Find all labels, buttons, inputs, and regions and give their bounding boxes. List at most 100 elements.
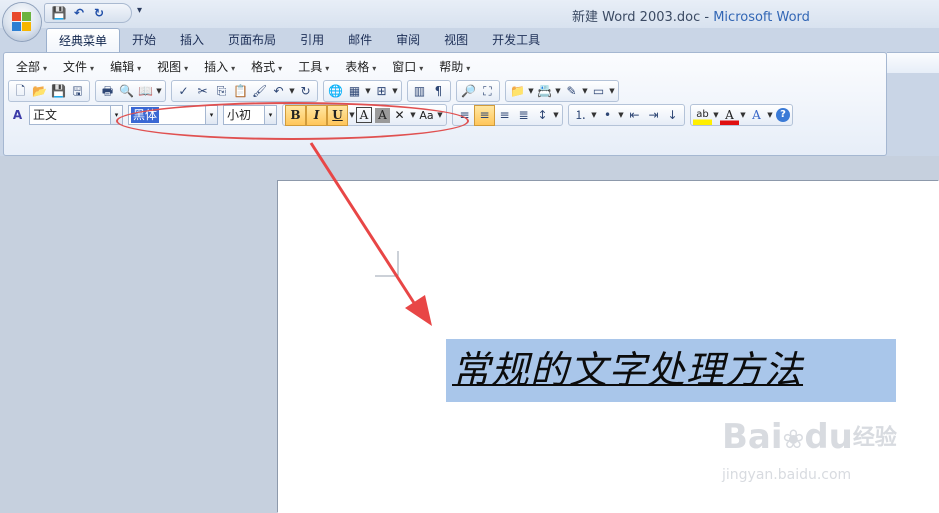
paste-icon[interactable]: 📋	[231, 82, 250, 101]
cut-icon[interactable]: ✂	[193, 82, 212, 101]
styles-icon[interactable]: A	[8, 106, 27, 125]
undo-icon[interactable]: ↶	[269, 82, 288, 101]
table-grid-icon[interactable]: ▦	[345, 82, 364, 101]
align-left-icon[interactable]: ≡	[455, 106, 474, 125]
tab-developer[interactable]: 开发工具	[480, 28, 552, 52]
font-dropdown[interactable]: 黑体 ▾	[128, 104, 218, 126]
show-marks-icon[interactable]: ¶	[429, 82, 448, 101]
tab-classic-menu[interactable]: 经典菜单	[46, 28, 121, 53]
style-field[interactable]: 正文	[29, 105, 111, 125]
line-spacing-icon[interactable]: ↕	[533, 106, 552, 125]
font-field[interactable]: 黑体	[128, 105, 206, 125]
spelling-icon[interactable]: ✓	[174, 82, 193, 101]
sort-icon[interactable]: ↓	[663, 106, 682, 125]
bold-button[interactable]: B	[285, 104, 306, 126]
permission-icon[interactable]: 🖫	[68, 82, 87, 101]
insert-table-icon[interactable]: ⊞	[372, 82, 391, 101]
edit-icon[interactable]: ✎	[562, 82, 581, 101]
justify-icon[interactable]: ≣	[514, 106, 533, 125]
undo-icon[interactable]: ↶	[71, 5, 87, 21]
full-screen-icon[interactable]: ⛶	[478, 82, 497, 101]
character-scale-icon[interactable]: ✕	[390, 106, 409, 125]
chevron-down-icon[interactable]: ▼	[581, 87, 589, 95]
columns-icon[interactable]: ▥	[410, 82, 429, 101]
menu-insert[interactable]: 插入 ▾	[196, 57, 243, 77]
options-icon[interactable]: ▭	[589, 82, 608, 101]
character-border-button[interactable]: A	[356, 107, 372, 123]
zoom-icon[interactable]: 🔎	[459, 82, 478, 101]
text-effects-icon[interactable]: A	[747, 106, 766, 125]
menu-file[interactable]: 文件 ▾	[55, 57, 102, 77]
chevron-down-icon[interactable]: ▼	[348, 111, 356, 119]
chevron-down-icon[interactable]: ▾	[265, 105, 277, 125]
print-icon[interactable]: 🖶	[98, 82, 117, 101]
chevron-down-icon[interactable]: ▾	[206, 105, 218, 125]
title-separator: -	[700, 10, 714, 25]
print-preview-icon[interactable]: 🔍	[117, 82, 136, 101]
chevron-down-icon[interactable]: ▼	[552, 111, 560, 119]
folder-icon[interactable]: 📁	[508, 82, 527, 101]
increase-indent-icon[interactable]: ⇥	[644, 106, 663, 125]
change-case-button[interactable]: Aa	[417, 106, 436, 125]
chevron-down-icon[interactable]: ▼	[590, 111, 598, 119]
align-right-icon[interactable]: ≡	[495, 106, 514, 125]
menu-table[interactable]: 表格 ▾	[337, 57, 384, 77]
office-button[interactable]	[3, 3, 41, 41]
tab-mailings[interactable]: 邮件	[336, 28, 384, 52]
redo-icon[interactable]: ↻	[91, 5, 107, 21]
tab-view[interactable]: 视图	[432, 28, 480, 52]
menu-view[interactable]: 视图 ▾	[149, 57, 196, 77]
research-icon[interactable]: 📖	[136, 82, 155, 101]
tab-references[interactable]: 引用	[288, 28, 336, 52]
menu-edit[interactable]: 编辑 ▾	[102, 57, 149, 77]
chevron-down-icon[interactable]: ▾	[111, 105, 123, 125]
numbering-icon[interactable]: ⒈	[571, 106, 590, 125]
tab-insert[interactable]: 插入	[168, 28, 216, 52]
bullets-icon[interactable]: •	[598, 106, 617, 125]
menu-help[interactable]: 帮助 ▾	[431, 57, 478, 77]
chevron-down-icon[interactable]: ▼	[554, 87, 562, 95]
chevron-down-icon[interactable]: ▼	[617, 111, 625, 119]
size-dropdown[interactable]: 小初 ▾	[223, 104, 277, 126]
highlight-icon[interactable]: ab	[693, 105, 712, 125]
customize-qat-icon[interactable]: ▾	[137, 5, 142, 16]
character-shading-button[interactable]: A	[375, 107, 390, 123]
chevron-down-icon[interactable]: ▼	[739, 111, 747, 119]
font-size-field[interactable]: 小初	[223, 105, 265, 125]
chevron-down-icon[interactable]: ▼	[608, 87, 616, 95]
menu-all[interactable]: 全部 ▾	[8, 57, 55, 77]
address-book-icon[interactable]: 📇	[535, 82, 554, 101]
new-doc-icon[interactable]: 🗋	[11, 82, 30, 101]
center-icon[interactable]: ≡	[474, 104, 495, 126]
selected-heading-text[interactable]: 常规的文字处理方法	[446, 339, 896, 402]
chevron-down-icon[interactable]: ▼	[409, 111, 417, 119]
underline-button[interactable]: U	[327, 104, 348, 126]
chevron-down-icon[interactable]: ▼	[391, 87, 399, 95]
save-icon[interactable]: 💾	[49, 82, 68, 101]
redo-icon[interactable]: ↻	[296, 82, 315, 101]
menu-label: 表格	[345, 60, 370, 74]
tab-page-layout[interactable]: 页面布局	[216, 28, 288, 52]
open-folder-icon[interactable]: 📂	[30, 82, 49, 101]
chevron-down-icon[interactable]: ▼	[288, 87, 296, 95]
italic-button[interactable]: I	[306, 104, 327, 126]
tab-home[interactable]: 开始	[120, 28, 168, 52]
save-icon[interactable]: 💾	[51, 5, 67, 21]
font-color-icon[interactable]: A	[720, 105, 739, 125]
chevron-down-icon[interactable]: ▼	[436, 111, 444, 119]
menu-window[interactable]: 窗口 ▾	[384, 57, 431, 77]
chevron-down-icon[interactable]: ▼	[155, 87, 163, 95]
decrease-indent-icon[interactable]: ⇤	[625, 106, 644, 125]
tab-review[interactable]: 审阅	[384, 28, 432, 52]
style-dropdown[interactable]: 正文 ▾	[27, 104, 123, 126]
help-icon[interactable]: ?	[776, 108, 790, 122]
menu-format[interactable]: 格式 ▾	[243, 57, 290, 77]
chevron-down-icon[interactable]: ▼	[712, 111, 720, 119]
hyperlink-icon[interactable]: 🌐	[326, 82, 345, 101]
menu-tools[interactable]: 工具 ▾	[290, 57, 337, 77]
format-painter-icon[interactable]: 🖌	[250, 82, 269, 101]
chevron-down-icon[interactable]: ▼	[527, 87, 535, 95]
copy-icon[interactable]: ⎘	[212, 82, 231, 101]
chevron-down-icon[interactable]: ▼	[766, 111, 774, 119]
chevron-down-icon[interactable]: ▼	[364, 87, 372, 95]
